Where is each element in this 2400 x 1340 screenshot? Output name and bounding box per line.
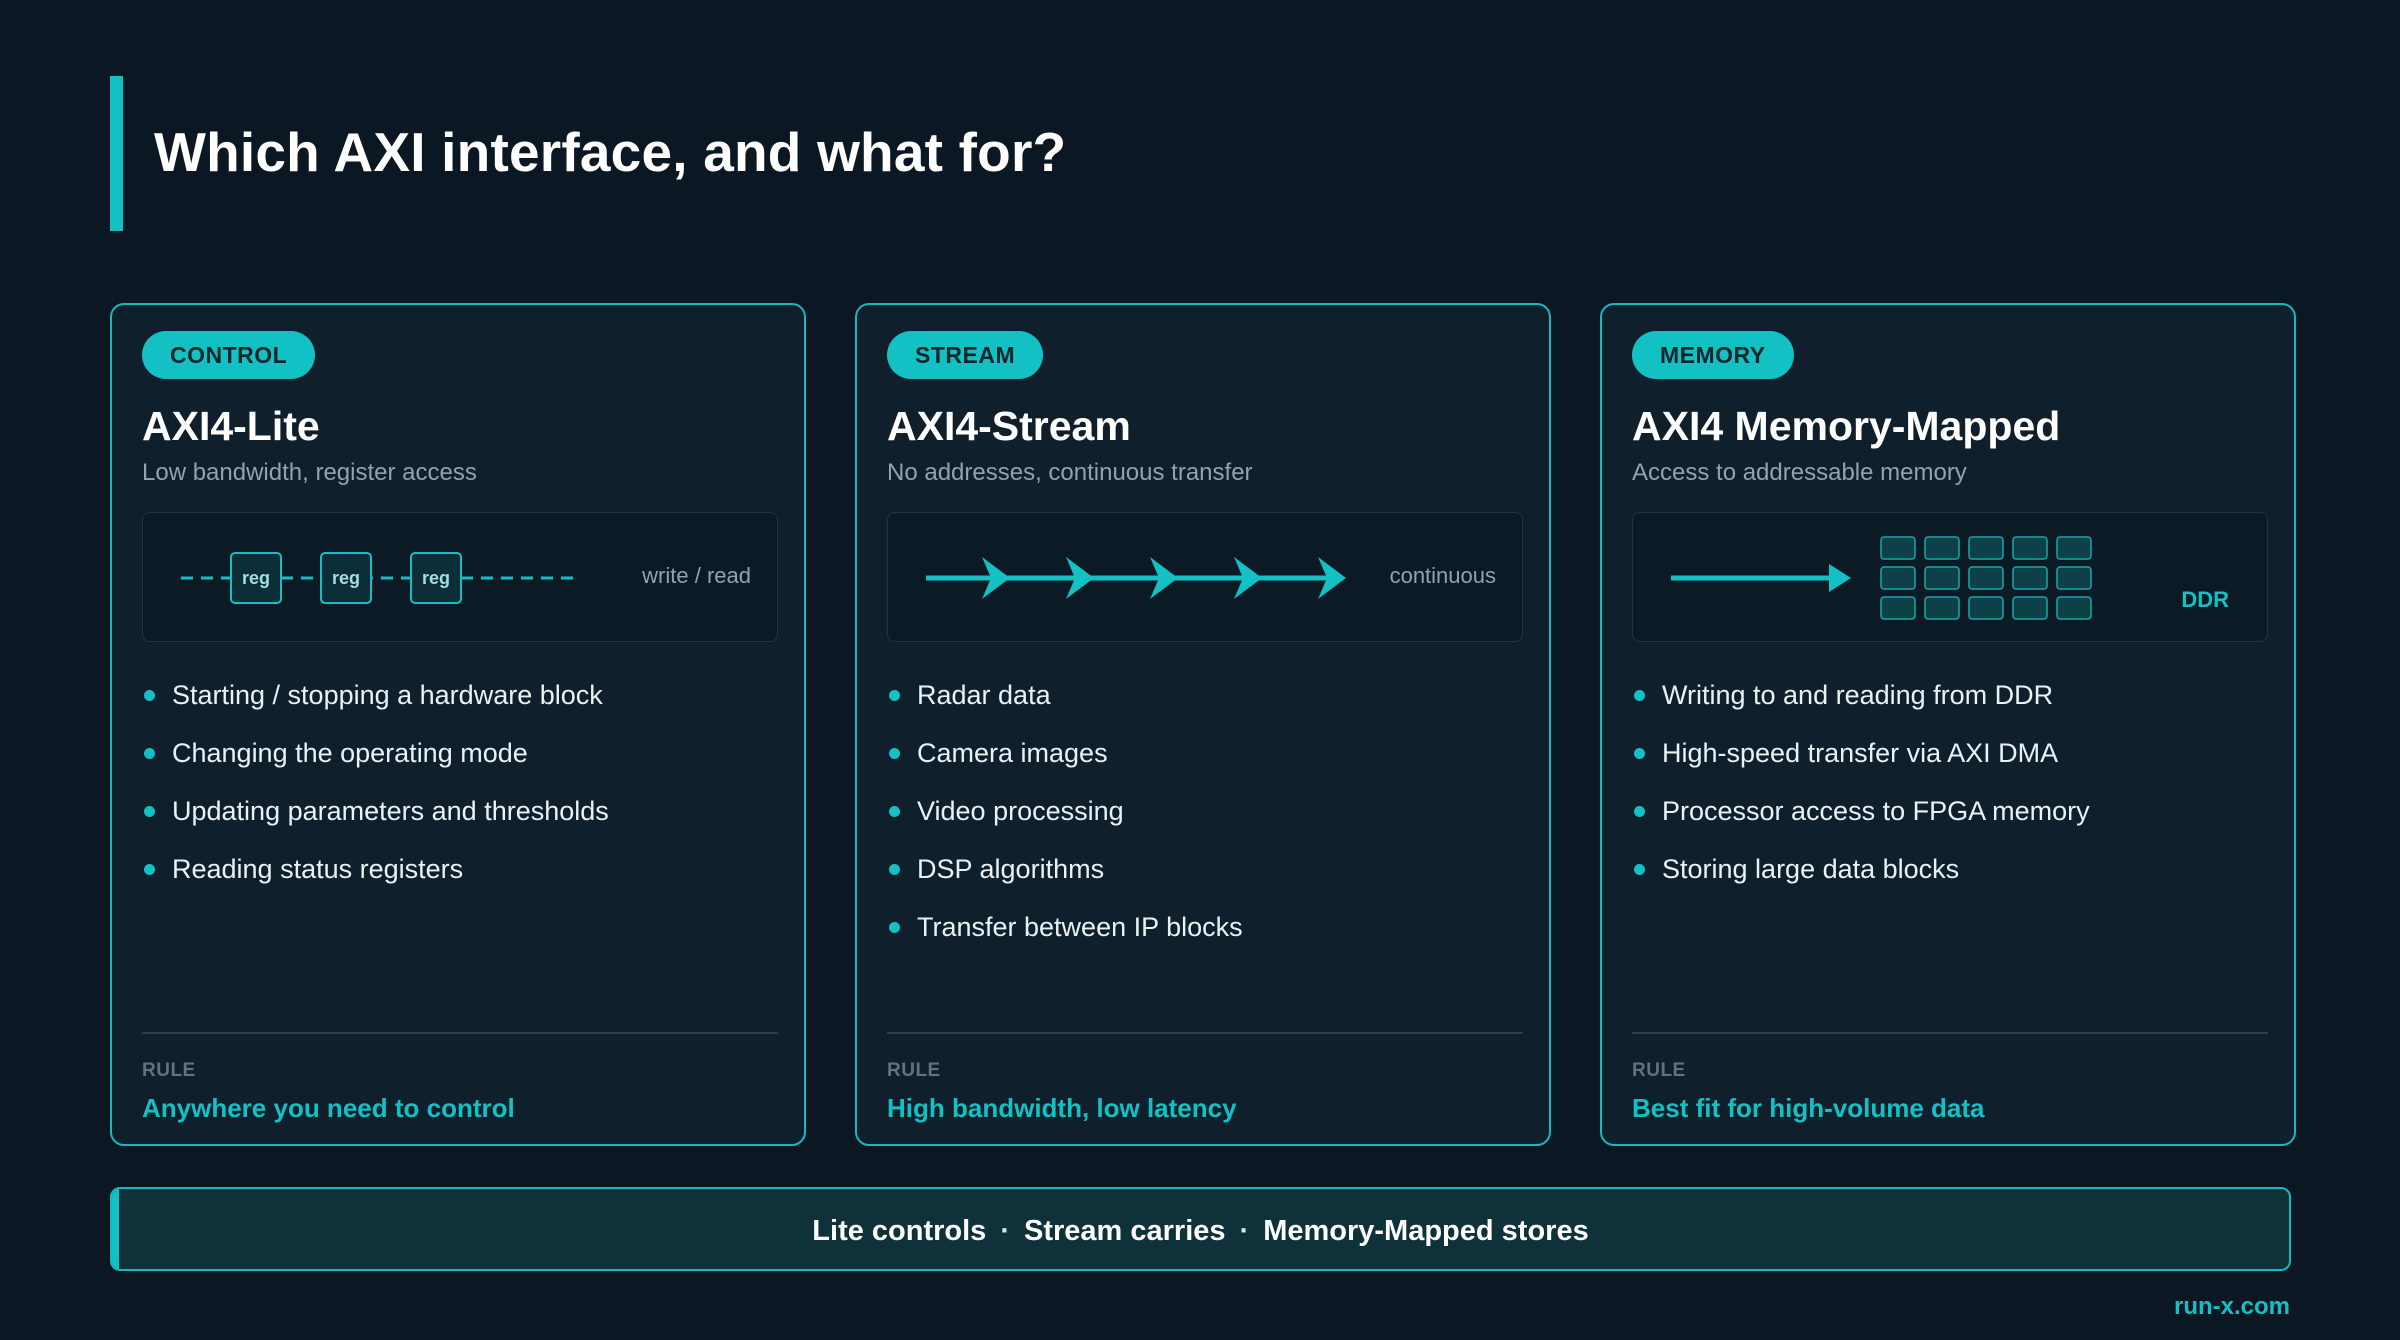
list-item: Reading status registers xyxy=(142,854,609,912)
summary-separator: · xyxy=(1239,1215,1250,1247)
summary-bar: Lite controls · Stream carries · Memory-Mapp… xyxy=(110,1187,2291,1271)
page-title: Which AXI interface, and what for? xyxy=(154,121,1067,183)
memory-cell xyxy=(1924,536,1960,560)
rule-text: High bandwidth, low latency xyxy=(887,1093,1237,1123)
arrow-right-icon xyxy=(1829,564,1851,592)
memory-cell xyxy=(1924,566,1960,590)
divider xyxy=(887,1032,1523,1034)
memory-cell xyxy=(1924,596,1960,620)
title-accent-bar xyxy=(110,76,123,231)
memory-cell xyxy=(1968,566,2004,590)
tag-badge: CONTROL xyxy=(142,331,316,379)
memory-cell xyxy=(2056,596,2092,620)
memory-cell xyxy=(1880,596,1916,620)
list-item: Storing large data blocks xyxy=(1632,854,2090,912)
list-item: Writing to and reading from DDR xyxy=(1632,680,2090,738)
memory-cell xyxy=(1968,536,2004,560)
card-title: AXI4-Stream xyxy=(887,403,1131,449)
tag-badge: STREAM xyxy=(887,331,1044,379)
use-case-list: Writing to and reading from DDR High-spe… xyxy=(1632,680,2090,912)
register-box: reg xyxy=(320,552,372,604)
memory-cell xyxy=(1968,596,2004,620)
card-axi4-lite: CONTROL AXI4-Lite Low bandwidth, registe… xyxy=(110,303,806,1146)
register-diagram: reg reg reg write / read xyxy=(142,512,778,642)
register-box: reg xyxy=(410,552,462,604)
svg-text:reg: reg xyxy=(422,568,450,588)
list-item: Transfer between IP blocks xyxy=(887,912,1243,970)
register-box: reg xyxy=(230,552,282,604)
ddr-label: DDR xyxy=(2181,587,2229,612)
summary-part: Lite controls xyxy=(812,1215,987,1247)
divider xyxy=(1632,1032,2268,1034)
list-item: Camera images xyxy=(887,738,1243,796)
slide: Which AXI interface, and what for? CONTR… xyxy=(0,0,2400,1340)
rule-text: Anywhere you need to control xyxy=(142,1093,515,1123)
summary-part: Stream carries xyxy=(1023,1215,1226,1247)
memory-cell xyxy=(2012,596,2048,620)
list-item: DSP algorithms xyxy=(887,854,1243,912)
memory-cell xyxy=(2056,566,2092,590)
memory-cell xyxy=(2056,536,2092,560)
rule-text: Best fit for high-volume data xyxy=(1632,1093,1985,1123)
site-url: run-x.com xyxy=(2173,1293,2290,1320)
memory-diagram: DDR xyxy=(1632,512,2268,642)
list-item: Changing the operating mode xyxy=(142,738,609,796)
memory-cell xyxy=(1880,536,1916,560)
list-item: Processor access to FPGA memory xyxy=(1632,796,2090,854)
svg-text:reg: reg xyxy=(242,568,270,588)
memory-cell xyxy=(1880,566,1916,590)
diagram-label: write / read xyxy=(642,563,751,588)
rule-label: RULE xyxy=(1632,1060,1686,1081)
summary-separator: · xyxy=(1000,1215,1010,1247)
rule-label: RULE xyxy=(887,1060,941,1081)
list-item: Video processing xyxy=(887,796,1243,854)
list-item: High-speed transfer via AXI DMA xyxy=(1632,738,2090,796)
tag-badge: MEMORY xyxy=(1632,331,1794,379)
card-subtitle: No addresses, continuous transfer xyxy=(887,459,1253,486)
card-title: AXI4-Lite xyxy=(142,403,320,449)
svg-text:reg: reg xyxy=(332,568,360,588)
list-item: Updating parameters and thresholds xyxy=(142,796,609,854)
card-subtitle: Access to addressable memory xyxy=(1632,459,1967,486)
card-title: AXI4 Memory-Mapped xyxy=(1632,403,2061,449)
summary-part: Memory-Mapped stores xyxy=(1263,1215,1589,1247)
card-axi4-memory-mapped: MEMORY AXI4 Memory-Mapped Access to addr… xyxy=(1600,303,2296,1146)
use-case-list: Radar data Camera images Video processin… xyxy=(887,680,1243,970)
summary-text: Lite controls · Stream carries · Memory-Mapp… xyxy=(112,1215,2289,1248)
diagram-label: continuous xyxy=(1389,563,1496,588)
card-subtitle: Low bandwidth, register access xyxy=(142,459,477,486)
memory-cell xyxy=(2012,566,2048,590)
memory-grid-graphic xyxy=(1671,536,2092,620)
memory-cell xyxy=(2012,536,2048,560)
list-item: Radar data xyxy=(887,680,1243,738)
divider xyxy=(142,1032,778,1034)
rule-label: RULE xyxy=(142,1060,196,1081)
card-axi4-stream: STREAM AXI4-Stream No addresses, continu… xyxy=(855,303,1551,1146)
list-item: Starting / stopping a hardware block xyxy=(142,680,609,738)
use-case-list: Starting / stopping a hardware block Cha… xyxy=(142,680,609,912)
stream-diagram: continuous xyxy=(887,512,1523,642)
memory-cell-grid xyxy=(1880,536,2092,620)
